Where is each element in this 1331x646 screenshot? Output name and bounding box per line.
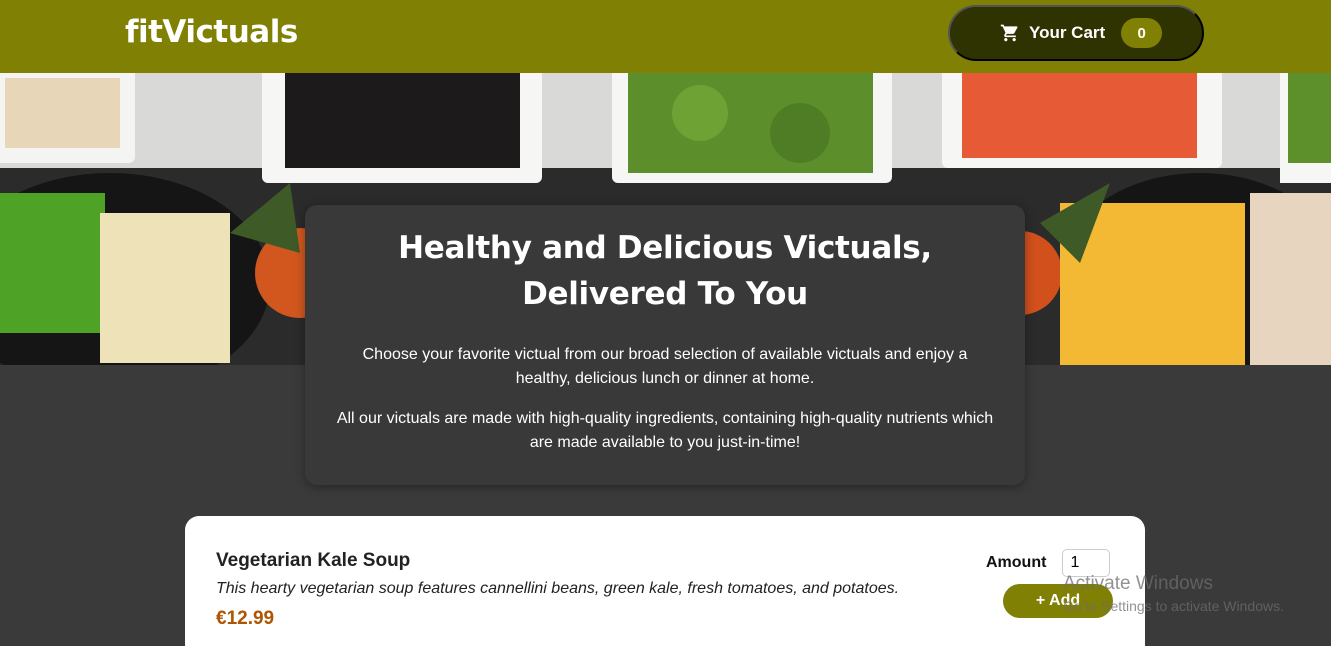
logo: fitVictuals	[125, 14, 298, 50]
intro-paragraph-1: Choose your favorite victual from our br…	[362, 346, 968, 387]
meal-name: Vegetarian Kale Soup	[216, 550, 411, 571]
amount-label: Amount	[986, 554, 1047, 571]
cart-icon	[1000, 23, 1020, 43]
amount-input[interactable]	[1062, 549, 1111, 577]
cart-label: Your Cart	[1029, 23, 1106, 42]
cart-count-badge: 0	[1121, 18, 1163, 48]
cart-button[interactable]: Your Cart 0	[948, 5, 1204, 61]
intro-paragraph-2: All our victuals are made with high-qual…	[336, 410, 994, 451]
app-header: fitVictuals Your Cart 0	[0, 0, 1331, 73]
amount-row: Amount	[986, 549, 1111, 577]
add-button[interactable]: + Add	[1003, 584, 1113, 618]
intro-summary: Healthy and Delicious Victuals, Delivere…	[305, 205, 1025, 485]
meal-item: Vegetarian Kale Soup This hearty vegetar…	[216, 550, 1114, 630]
intro-title: Healthy and Delicious Victuals, Delivere…	[398, 230, 932, 312]
meal-price: €12.99	[216, 608, 275, 629]
meals-list: Vegetarian Kale Soup This hearty vegetar…	[185, 516, 1145, 646]
meal-description: This hearty vegetarian soup features can…	[216, 580, 900, 597]
